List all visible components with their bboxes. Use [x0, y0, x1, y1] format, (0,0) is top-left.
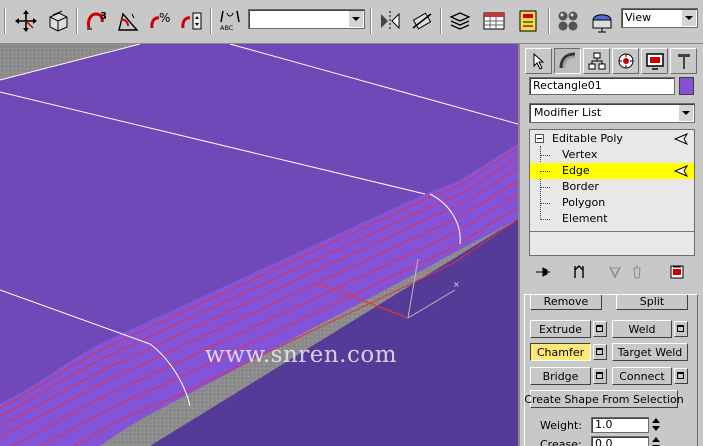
configure-modifier-sets-icon[interactable]	[667, 263, 687, 281]
max-window: 3 % ABC View × × www.snren.com Rectangle…	[0, 0, 703, 446]
stack-item-label: Border	[562, 180, 599, 193]
stack-item-polygon[interactable]: Polygon	[530, 195, 694, 211]
hierarchy-icon[interactable]	[583, 48, 610, 74]
modifier-list-dropdown[interactable]: Modifier List	[529, 103, 695, 123]
reference-coordinate-value: View	[625, 11, 652, 24]
bridge-settings-button[interactable]	[593, 368, 607, 384]
toolbar-separator	[440, 8, 442, 34]
angle-snap-icon[interactable]	[114, 6, 142, 36]
named-selection-icon[interactable]: ABC	[216, 6, 244, 36]
stack-item-label: Vertex	[562, 148, 598, 161]
object-name-field[interactable]: Rectangle01	[529, 77, 675, 95]
create-icon[interactable]	[525, 48, 552, 74]
stack-item-vertex[interactable]: Vertex	[530, 147, 694, 163]
stack-toolbar	[529, 260, 695, 284]
percent-snap-label: %	[159, 11, 170, 25]
extrude-button[interactable]: Extrude	[530, 320, 591, 338]
stack-item-label: Edge	[562, 164, 590, 177]
motion-icon[interactable]	[612, 48, 639, 74]
utilities-icon[interactable]	[670, 48, 697, 74]
crease-label: Crease:	[540, 438, 582, 446]
perspective-viewport[interactable]: × × www.snren.com	[0, 44, 518, 446]
edit-edges-rollout: Remove Split Extrude Weld Chamfer Target…	[524, 294, 698, 446]
curve-editor-icon[interactable]	[480, 6, 508, 36]
weight-label: Weight:	[540, 419, 583, 432]
crease-spinner[interactable]	[651, 436, 661, 446]
layer-manager-icon[interactable]	[446, 6, 474, 36]
create-shape-from-selection-button[interactable]: Create Shape From Selection	[525, 390, 684, 408]
snap-dimension-label: 3	[100, 11, 107, 22]
render-setup-icon[interactable]	[588, 6, 616, 36]
toolbar-separator	[76, 8, 78, 34]
command-panel: Rectangle01 Modifier List Editable Poly …	[518, 44, 703, 446]
stack-item-label: Element	[562, 212, 608, 225]
mirror-icon[interactable]	[376, 6, 404, 36]
stack-tree-branch	[540, 155, 550, 156]
reference-coordinate-dropdown[interactable]: View	[621, 8, 698, 28]
align-icon[interactable]	[408, 6, 436, 36]
named-selection-dropdown[interactable]	[248, 9, 365, 29]
connect-settings-button[interactable]	[674, 368, 688, 384]
stack-tree-branch	[540, 187, 550, 188]
stack-item-element[interactable]: Element	[530, 211, 694, 227]
snap-toggle-3-icon[interactable]: 3	[82, 6, 110, 36]
subobject-arrow-icon	[674, 133, 688, 145]
chevron-down-icon[interactable]	[678, 105, 693, 121]
chamfer-settings-button[interactable]	[593, 344, 607, 360]
schematic-view-icon[interactable]	[514, 6, 542, 36]
material-editor-icon[interactable]	[554, 6, 582, 36]
weight-input[interactable]: 1.0	[591, 417, 649, 433]
stack-item-label: Editable Poly	[552, 132, 623, 145]
toolbar-separator	[370, 8, 372, 34]
svg-text:×: ×	[316, 281, 323, 290]
main-toolbar: 3 % ABC View	[0, 0, 703, 44]
split-button[interactable]: Split	[616, 295, 688, 310]
stack-item-edge[interactable]: Edge	[530, 163, 694, 179]
chevron-down-icon[interactable]	[348, 11, 363, 27]
bridge-button[interactable]: Bridge	[530, 367, 591, 385]
command-panel-tabs	[525, 48, 701, 76]
stack-tree-branch	[540, 219, 550, 220]
toolbar-separator	[210, 8, 212, 34]
pin-stack-icon[interactable]	[533, 263, 553, 281]
extrude-settings-button[interactable]	[593, 321, 607, 337]
make-unique-icon[interactable]	[605, 263, 625, 281]
chamfer-button[interactable]: Chamfer	[530, 343, 591, 361]
object-color-swatch[interactable]	[679, 77, 694, 95]
select-scale-icon[interactable]	[44, 6, 72, 36]
abc-label: ABC	[220, 24, 234, 32]
svg-text:×: ×	[453, 280, 460, 289]
display-icon[interactable]	[641, 48, 668, 74]
toolbar-separator	[4, 8, 6, 34]
stack-tree-branch	[540, 203, 550, 204]
chevron-down-icon[interactable]	[681, 10, 696, 26]
modifier-stack[interactable]: Editable Poly Vertex Edge Border Polygon	[529, 129, 695, 256]
connect-button[interactable]: Connect	[612, 367, 672, 385]
remove-modifier-icon[interactable]	[627, 263, 647, 281]
crease-input[interactable]: 0.0	[591, 436, 649, 446]
subobject-arrow-icon	[674, 165, 688, 177]
select-move-icon[interactable]	[12, 6, 40, 36]
spinner-snap-icon[interactable]	[178, 6, 206, 36]
viewport-canvas[interactable]: × ×	[0, 44, 518, 446]
collapse-icon[interactable]	[535, 134, 544, 143]
stack-item-border[interactable]: Border	[530, 179, 694, 195]
toolbar-separator	[548, 8, 550, 34]
watermark-text: www.snren.com	[205, 342, 398, 368]
weld-button[interactable]: Weld	[612, 320, 672, 338]
remove-button[interactable]: Remove	[530, 295, 602, 310]
weight-spinner[interactable]	[651, 417, 661, 433]
percent-snap-icon[interactable]: %	[146, 6, 174, 36]
weld-settings-button[interactable]	[674, 321, 688, 337]
modifier-list-label: Modifier List	[534, 106, 602, 119]
show-end-result-icon[interactable]	[569, 263, 589, 281]
stack-divider	[530, 231, 694, 232]
stack-item-editable-poly[interactable]: Editable Poly	[530, 131, 694, 147]
modify-icon[interactable]	[554, 48, 581, 74]
stack-item-label: Polygon	[562, 196, 606, 209]
stack-tree-branch	[540, 171, 550, 172]
target-weld-button[interactable]: Target Weld	[612, 343, 688, 361]
